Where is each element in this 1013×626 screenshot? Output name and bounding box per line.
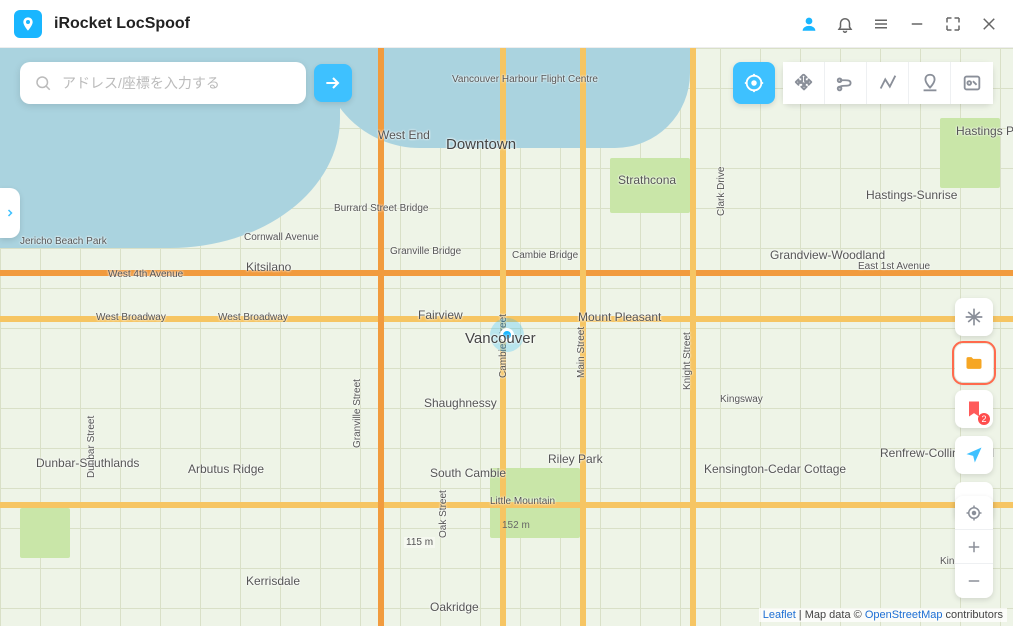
search-bar	[20, 62, 352, 104]
multi-spot-route-button[interactable]	[867, 62, 909, 104]
app-title: iRocket LocSpoof	[54, 15, 190, 33]
map-attribution: Leaflet | Map data © OpenStreetMap contr…	[759, 608, 1007, 622]
bell-icon[interactable]	[835, 14, 855, 34]
jump-teleport-button[interactable]	[909, 62, 951, 104]
search-input[interactable]	[62, 75, 292, 91]
road	[378, 48, 384, 626]
cooldown-button[interactable]	[955, 298, 993, 336]
move-mode-button[interactable]	[783, 62, 825, 104]
search-icon	[34, 74, 52, 92]
maximize-icon[interactable]	[943, 14, 963, 34]
scale-bar: 115 m	[404, 537, 435, 548]
right-toolbar: 2	[955, 298, 993, 520]
gpx-import-button[interactable]	[951, 62, 993, 104]
park-area	[610, 158, 690, 213]
bookmarks-button[interactable]: 2	[955, 390, 993, 428]
favorites-folder-button[interactable]	[955, 344, 993, 382]
titlebar-actions	[799, 14, 999, 34]
minimize-icon[interactable]	[907, 14, 927, 34]
osm-link[interactable]: OpenStreetMap	[865, 609, 943, 621]
search-box[interactable]	[20, 62, 306, 104]
current-location-marker[interactable]	[490, 318, 524, 352]
close-icon[interactable]	[979, 14, 999, 34]
road	[0, 502, 1013, 508]
two-spot-route-button[interactable]	[825, 62, 867, 104]
map[interactable]: West EndDowntownVancouver Harbour Flight…	[0, 48, 1013, 626]
mode-toolbar	[733, 62, 993, 104]
account-icon[interactable]	[799, 14, 819, 34]
expand-panel-handle[interactable]	[0, 188, 20, 238]
park-area	[940, 118, 1000, 188]
menu-icon[interactable]	[871, 14, 891, 34]
titlebar: iRocket LocSpoof	[0, 0, 1013, 48]
road	[580, 48, 586, 626]
app-logo	[14, 10, 42, 38]
elevation-label: 152 m	[502, 520, 530, 531]
navigate-button[interactable]	[955, 436, 993, 474]
zoom-in-button[interactable]	[955, 530, 993, 564]
road	[0, 270, 1013, 276]
teleport-mode-button[interactable]	[733, 62, 775, 104]
road	[690, 48, 696, 626]
zoom-controls	[955, 496, 993, 598]
locate-me-button[interactable]	[955, 496, 993, 530]
zoom-out-button[interactable]	[955, 564, 993, 598]
park-area	[20, 508, 70, 558]
bookmarks-badge: 2	[978, 413, 990, 425]
leaflet-link[interactable]: Leaflet	[763, 609, 796, 621]
search-go-button[interactable]	[314, 64, 352, 102]
mode-group	[783, 62, 993, 104]
